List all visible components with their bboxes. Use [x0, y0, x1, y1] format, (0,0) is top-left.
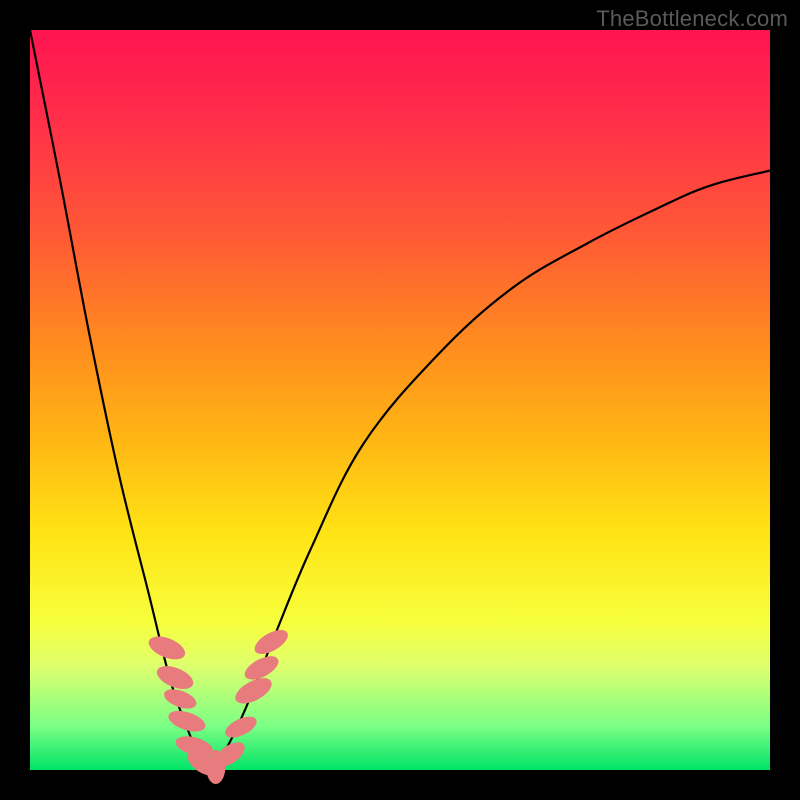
- plot-area: [30, 30, 770, 770]
- chart-svg: [30, 30, 770, 770]
- bead: [145, 632, 188, 664]
- watermark-text: TheBottleneck.com: [596, 6, 788, 32]
- bead: [154, 661, 197, 693]
- curve-right-arm: [208, 171, 770, 770]
- bead: [251, 625, 292, 659]
- bead-group: [145, 625, 291, 784]
- curve-left-arm: [30, 30, 208, 770]
- bead: [166, 707, 208, 736]
- chart-frame: TheBottleneck.com: [0, 0, 800, 800]
